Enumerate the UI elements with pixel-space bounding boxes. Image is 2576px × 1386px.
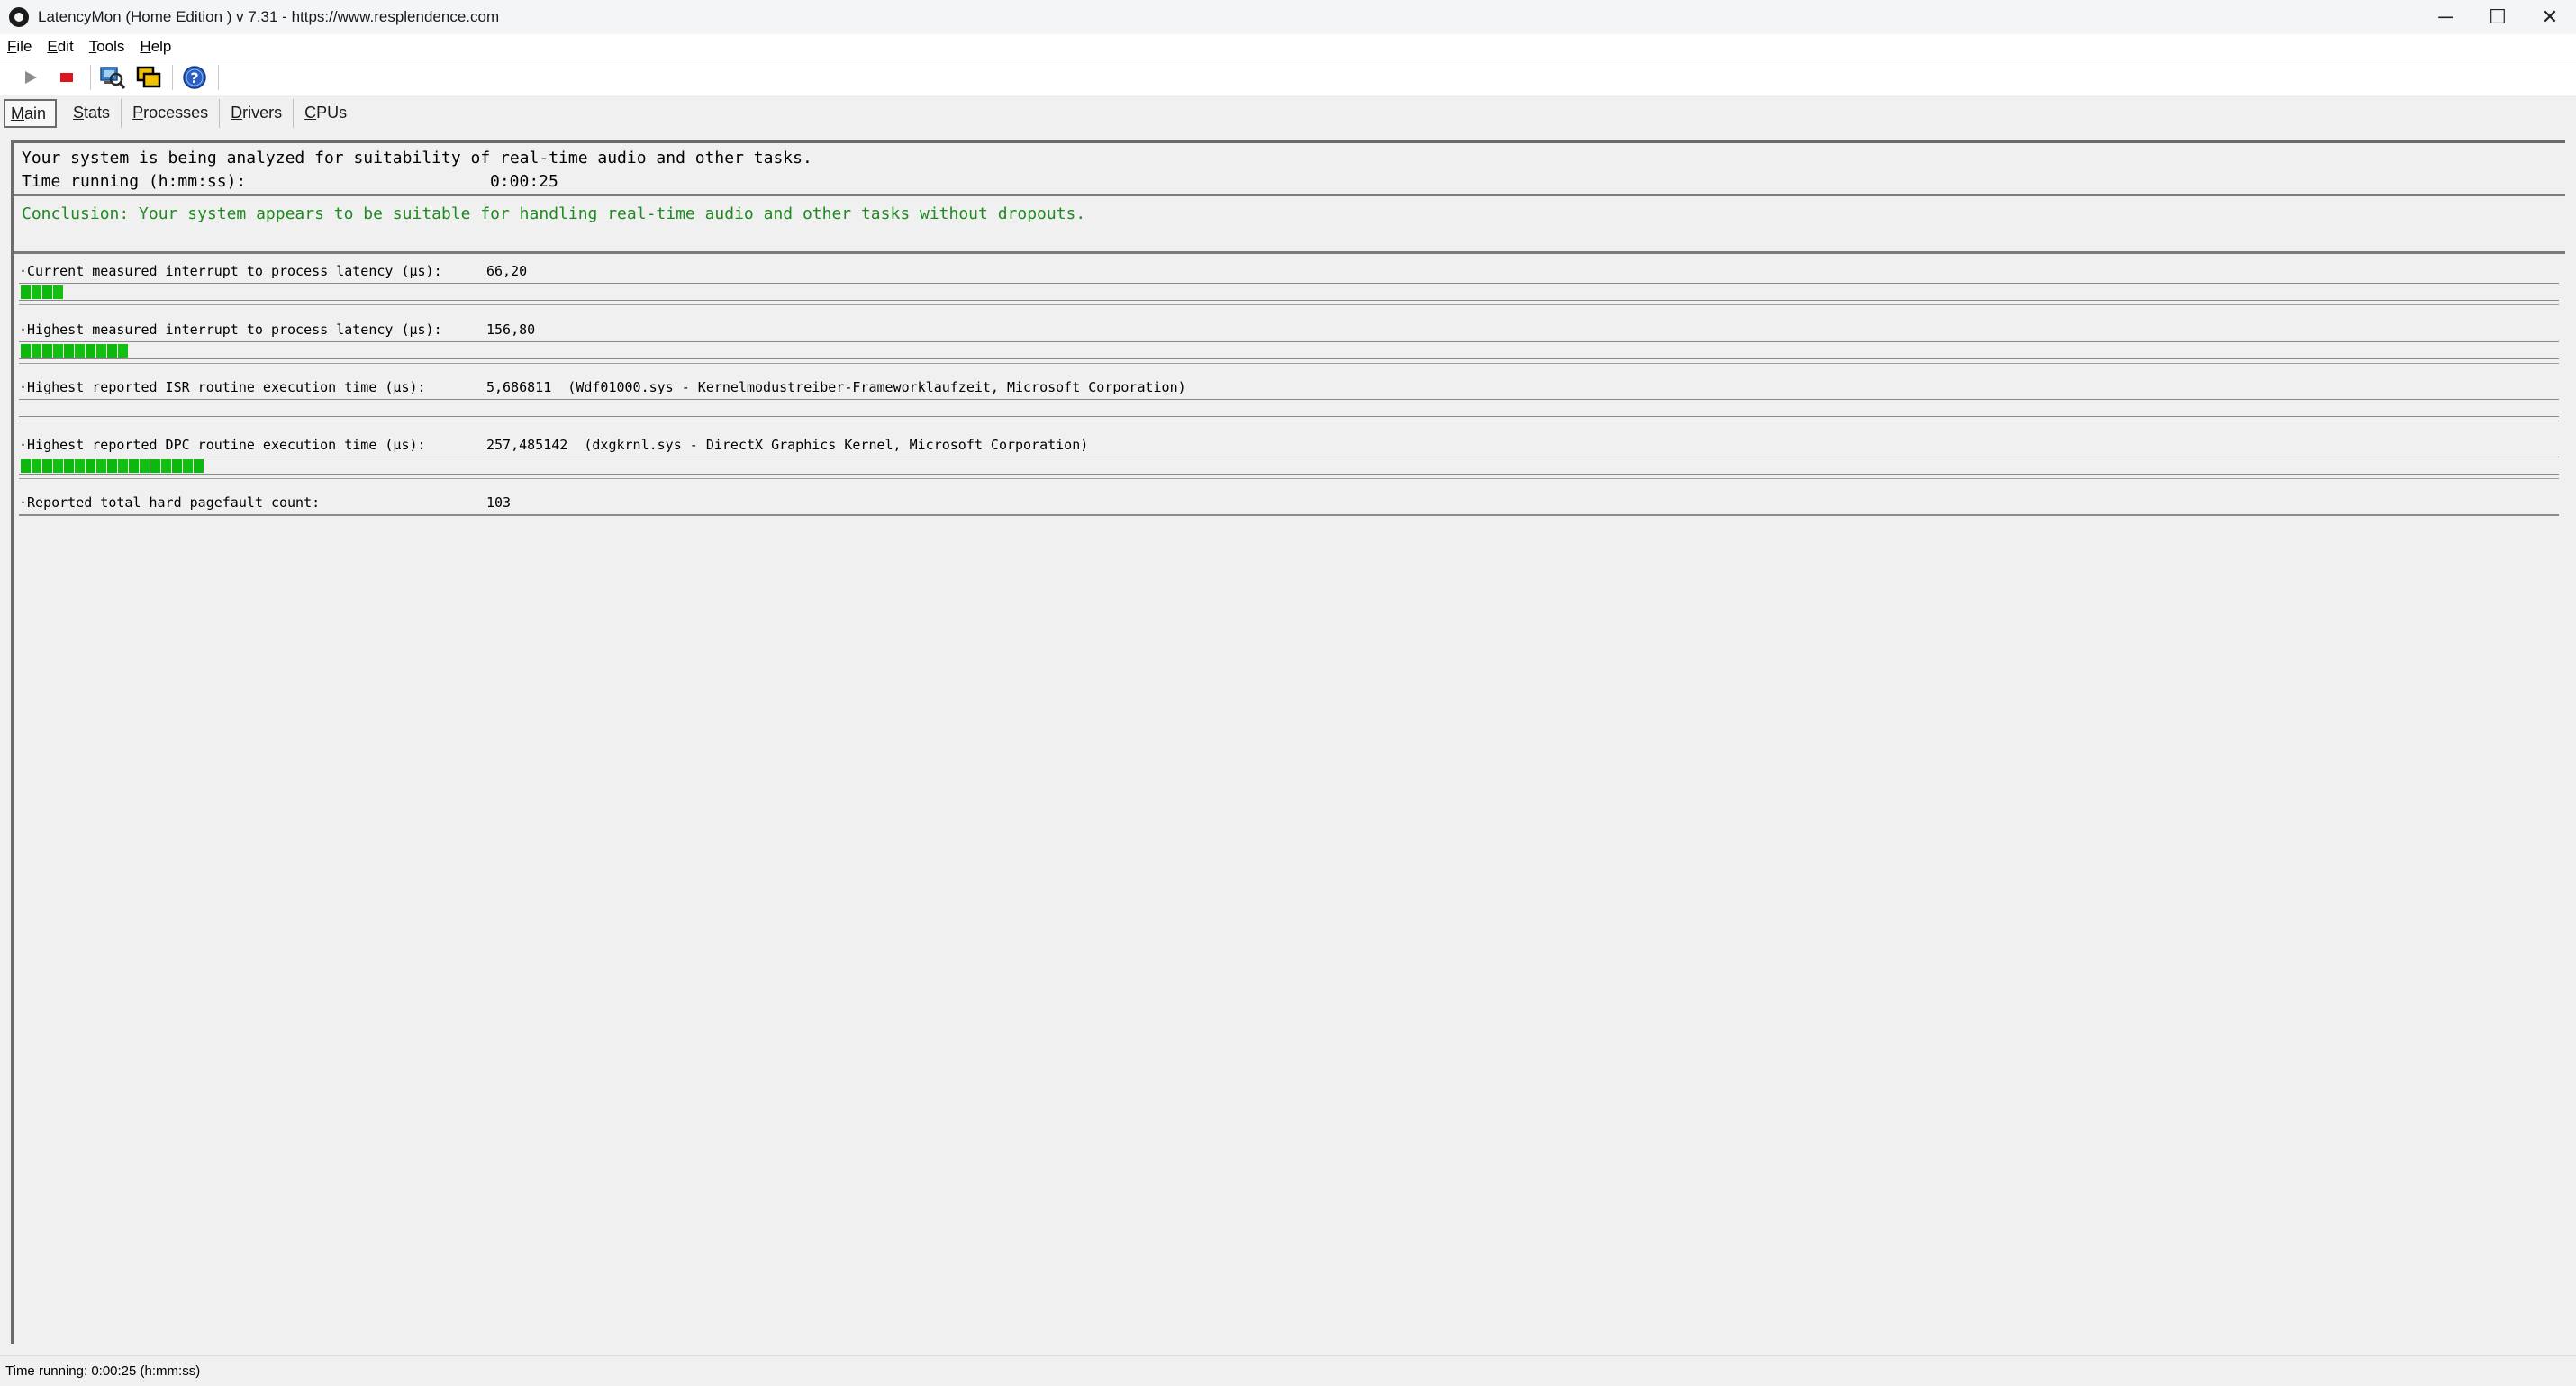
dpc-meter: [19, 457, 2559, 479]
metric-value: 103: [486, 494, 512, 511]
windows-icon: [136, 66, 161, 87]
meter-segment: [53, 285, 63, 299]
meter-segment: [75, 459, 85, 473]
metric-label: ·Highest reported DPC routine execution …: [19, 437, 426, 453]
menu-bar: File Edit Tools Help: [0, 34, 2576, 59]
meter-segment: [32, 285, 41, 299]
meter-segment: [118, 459, 128, 473]
menu-file[interactable]: File: [7, 38, 32, 56]
isr-meter: [19, 399, 2559, 421]
tab-stats[interactable]: Stats: [62, 99, 122, 128]
meter-segment: [32, 344, 41, 358]
windows-button[interactable]: [134, 63, 163, 92]
metric-label: ·Reported total hard pagefault count:: [19, 494, 321, 511]
meter-segment: [172, 459, 182, 473]
title-bar: LatencyMon (Home Edition ) v 7.31 - http…: [0, 0, 2576, 34]
meter-segment: [86, 459, 95, 473]
meter-segment: [183, 459, 193, 473]
latency-meter: [19, 341, 2559, 364]
driver-search-button[interactable]: [98, 63, 127, 92]
close-button[interactable]: ✕: [2524, 0, 2576, 34]
tab-main[interactable]: Main: [4, 99, 58, 128]
help-icon: ?: [183, 65, 206, 89]
time-running-label: Time running (h:mm:ss):: [22, 172, 247, 191]
time-running-value: 0:00:25: [490, 172, 558, 191]
metric-value: 156,80: [486, 322, 536, 338]
meter-segment: [64, 344, 74, 358]
stop-monitor-button[interactable]: [52, 63, 81, 92]
stop-icon: [60, 72, 73, 82]
meter-segment: [21, 459, 31, 473]
meter-fill: [21, 285, 64, 299]
toolbar-separator: [90, 64, 91, 90]
conclusion-text: Conclusion: Your system appears to be su…: [22, 204, 1086, 223]
window-controls: ─ ☐ ✕: [2419, 0, 2576, 34]
tab-cpus[interactable]: CPUs: [294, 99, 358, 128]
time-running-row: Time running (h:mm:ss): 0:00:25: [22, 170, 2562, 194]
meter-fill: [21, 344, 129, 358]
meter-segment: [21, 285, 31, 299]
tab-bar: Main Stats Processes Drivers CPUs: [0, 97, 2576, 131]
tab-drivers[interactable]: Drivers: [220, 99, 295, 128]
meter-segment: [75, 344, 85, 358]
metric-label: ·Highest measured interrupt to process l…: [19, 322, 442, 338]
metric-value: 66,20: [486, 263, 528, 279]
driver-search-icon: [100, 66, 126, 89]
menu-edit[interactable]: Edit: [47, 38, 73, 56]
toolbar-separator: [218, 64, 219, 90]
metric-label: ·Current measured interrupt to process l…: [19, 263, 442, 279]
menu-tools[interactable]: Tools: [89, 38, 125, 56]
meter-segment: [194, 459, 204, 473]
section-divider: [14, 194, 2565, 196]
meter-segment: [107, 459, 117, 473]
start-monitor-button[interactable]: [16, 63, 45, 92]
analysis-status: Your system is being analyzed for suitab…: [22, 147, 2562, 194]
metric-value: 5,686811 (Wdf01000.sys - Kernelmodustrei…: [486, 379, 1186, 395]
latencymon-app-icon: [9, 7, 29, 27]
analysis-message: Your system is being analyzed for suitab…: [22, 149, 812, 168]
meter-segment: [129, 459, 139, 473]
menu-help[interactable]: Help: [140, 38, 171, 56]
meter-segment: [161, 459, 171, 473]
meter-segment: [96, 459, 106, 473]
play-icon: [25, 70, 37, 84]
toolbar-separator: [172, 64, 173, 90]
meter-segment: [42, 344, 52, 358]
tab-processes[interactable]: Processes: [122, 99, 221, 128]
meter-segment: [42, 285, 52, 299]
meter-segment: [96, 344, 106, 358]
meter-fill: [21, 459, 204, 473]
status-bar: Time running: 0:00:25 (h:mm:ss): [0, 1355, 2576, 1386]
meter-segment: [107, 344, 117, 358]
meter-segment: [53, 344, 63, 358]
meter-segment: [53, 459, 63, 473]
metric-label: ·Highest reported ISR routine execution …: [19, 379, 426, 395]
toolbar: ?: [0, 59, 2576, 95]
section-divider: [14, 251, 2565, 254]
pagefault-divider: [19, 514, 2559, 516]
maximize-button[interactable]: ☐: [2472, 0, 2524, 34]
meter-segment: [150, 459, 160, 473]
meter-segment: [118, 344, 128, 358]
main-panel: Your system is being analyzed for suitab…: [11, 140, 2565, 1344]
latency-meter: [19, 283, 2559, 305]
meter-segment: [32, 459, 41, 473]
meter-segment: [21, 344, 31, 358]
window-title: LatencyMon (Home Edition ) v 7.31 - http…: [38, 8, 500, 25]
meter-segment: [42, 459, 52, 473]
help-button[interactable]: ?: [180, 63, 209, 92]
metric-value: 257,485142 (dxgkrnl.sys - DirectX Graphi…: [486, 437, 1089, 453]
minimize-button[interactable]: ─: [2419, 0, 2472, 34]
svg-text:?: ?: [190, 69, 198, 86]
meter-segment: [86, 344, 95, 358]
status-text: Time running: 0:00:25 (h:mm:ss): [5, 1363, 201, 1379]
meter-segment: [64, 459, 74, 473]
meter-segment: [140, 459, 150, 473]
